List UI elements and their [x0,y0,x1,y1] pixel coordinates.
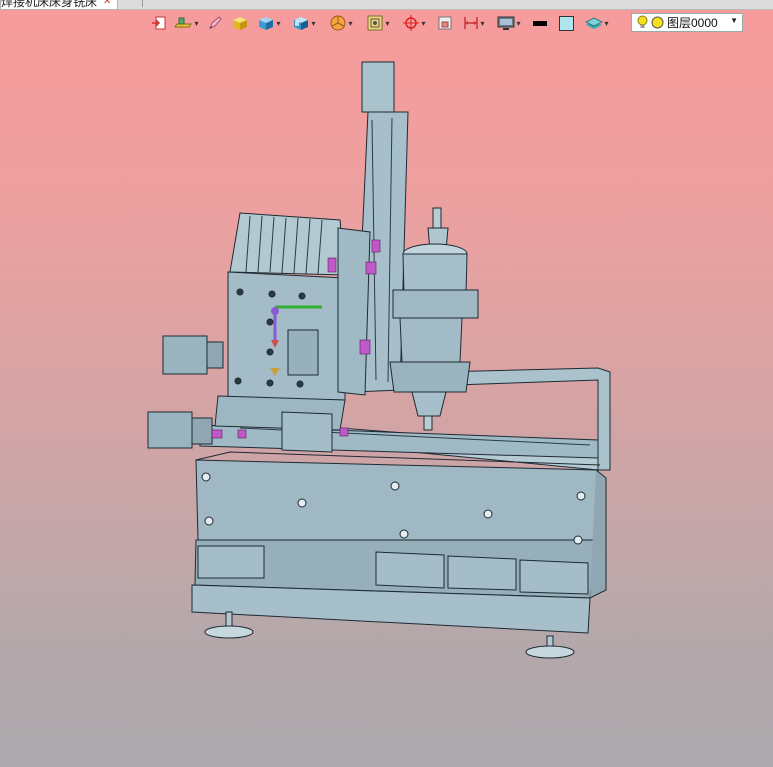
blue-cube-icon [259,17,274,30]
exit-sketch-button[interactable] [148,12,170,34]
chevron-down-icon: ▾ [194,18,199,28]
layer-select[interactable]: 图层0000 ▼ [631,13,743,32]
fill-color-swatch [558,15,574,31]
chevron-down-icon[interactable]: ▼ [730,16,738,25]
bench-tool-button[interactable]: ▾ [170,12,202,34]
frame-render-icon [367,15,383,31]
pencil-button[interactable] [202,12,228,34]
document-tab-bar: 焊接机床床身铣床 ✕ [0,0,773,10]
chevron-down-icon: ▾ [348,18,353,28]
crosshair-icon [403,15,420,31]
chevron-down-icon: ▾ [276,18,281,28]
snap-point-button[interactable]: ▾ [396,12,432,34]
layer-state-icon[interactable] [651,16,664,29]
bench-tool-icon [174,17,193,28]
view-toolbar: ▾ ▾ ▾ ▾ ▾ ▾ ▾ ▾ ▾ [148,11,614,35]
zoom-box-button[interactable] [432,12,458,34]
lightbulb-icon[interactable] [637,15,648,30]
exit-sketch-icon [152,16,166,30]
dimension-button[interactable]: ▾ [458,12,490,34]
blue-cube-button[interactable]: ▾ [252,12,286,34]
line-color-swatch [533,20,547,26]
dimension-icon [464,17,479,29]
fill-color-button[interactable] [552,12,580,34]
yellow-cube-button[interactable] [228,12,252,34]
shaded-cube-icon [294,17,309,30]
document-tab-title: 焊接机床床身铣床 [1,0,98,9]
display-button[interactable]: ▾ [490,12,528,34]
chevron-down-icon: ▾ [480,18,485,28]
layers-button[interactable]: ▾ [580,12,614,34]
chevron-down-icon: ▾ [516,18,521,28]
layer-name: 图层0000 [667,16,718,30]
shaded-cube-button[interactable]: ▾ [286,12,322,34]
pie-render-icon [330,15,346,31]
pencil-icon [209,16,222,29]
zoom-box-icon [438,16,452,30]
milling-machine-model [147,61,611,659]
line-color-button[interactable] [528,12,552,34]
document-tab[interactable]: 焊接机床床身铣床 ✕ [0,0,119,10]
render-mode-button[interactable]: ▾ [322,12,360,34]
chevron-down-icon: ▾ [385,18,390,28]
chevron-down-icon: ▾ [311,18,316,28]
chevron-down-icon: ▾ [421,18,426,28]
yellow-cube-icon [233,17,247,30]
3d-viewport[interactable] [0,38,773,767]
frame-render-button[interactable]: ▾ [360,12,396,34]
layers-icon [585,17,604,29]
chevron-down-icon: ▾ [604,18,609,28]
close-icon[interactable]: ✕ [103,0,111,7]
monitor-icon [497,16,515,30]
tab-divider [142,0,143,7]
